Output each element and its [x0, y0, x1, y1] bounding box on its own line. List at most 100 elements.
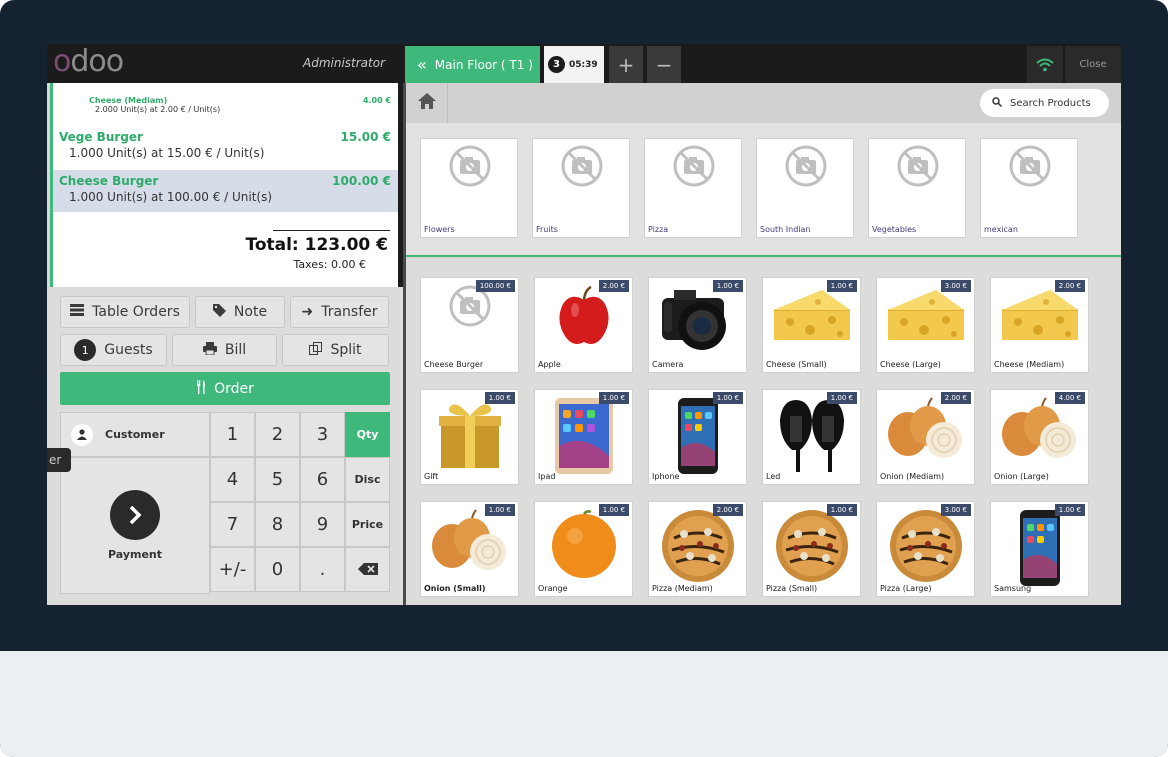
key-2[interactable]: 2 [255, 412, 300, 457]
product-price-badge: 1.00 € [484, 392, 515, 404]
arrow-right-icon: ➜ [301, 304, 314, 320]
category-label: Pizza [648, 225, 669, 234]
printer-icon [202, 341, 217, 359]
side-tab[interactable]: er [47, 448, 71, 472]
key-5[interactable]: 5 [255, 457, 300, 502]
product-tile[interactable]: 4.00 € Onion (Large) [990, 389, 1089, 485]
product-tile[interactable]: 100.00 € Cheese Burger [420, 277, 519, 373]
order-line[interactable]: Vege Burger 15.00 € 1.000 Unit(s) at 15.… [59, 130, 391, 160]
product-tile[interactable]: 1.00 € Cheese (Small) [762, 277, 861, 373]
guests-button[interactable]: 1 Guests [60, 334, 167, 366]
category-label: mexican [984, 225, 1018, 234]
product-tile[interactable]: 1.00 € Iphone [648, 389, 747, 485]
product-name: Orange [538, 584, 568, 593]
product-tile[interactable]: 2.00 € Apple [534, 277, 633, 373]
product-price-badge: 3.00 € [940, 280, 971, 292]
floor-tab[interactable]: « Main Floor ( T1 ) [405, 46, 540, 83]
product-name: Samsung [994, 584, 1032, 593]
key-0[interactable]: 0 [255, 547, 300, 592]
bill-button[interactable]: Bill [172, 334, 277, 366]
product-price-badge: 1.00 € [1054, 504, 1085, 516]
product-name: Pizza (Mediam) [652, 584, 713, 593]
product-header: Search Products [406, 83, 1121, 123]
category-tile[interactable]: Fruits [532, 138, 630, 238]
product-tile[interactable]: 1.00 € Led [762, 389, 861, 485]
no-image-icon [672, 144, 716, 192]
product-price-badge: 1.00 € [598, 392, 629, 404]
category-tile[interactable]: Pizza [644, 138, 742, 238]
search-box[interactable]: Search Products [980, 89, 1109, 117]
product-tile[interactable]: 2.00 € Onion (Mediam) [876, 389, 975, 485]
order-line-selected[interactable]: Cheese Burger 100.00 € 1.000 Unit(s) at … [59, 174, 391, 204]
split-button[interactable]: Split [282, 334, 389, 366]
add-order-button[interactable]: + [609, 46, 643, 83]
device-frame: odoo Administrator « Main Floor ( T1 ) 3… [0, 0, 1168, 757]
key-4[interactable]: 4 [210, 457, 255, 502]
double-chevron-left-icon: « [417, 55, 427, 74]
backspace-icon [357, 559, 378, 580]
key-6[interactable]: 6 [300, 457, 345, 502]
product-tile[interactable]: 1.00 € Pizza (Small) [762, 501, 861, 597]
category-tile[interactable]: Vegetables [868, 138, 966, 238]
note-button[interactable]: Note [195, 296, 285, 328]
list-icon [70, 304, 85, 320]
top-bar: odoo Administrator « Main Floor ( T1 ) 3… [47, 44, 1121, 83]
no-image-icon [784, 144, 828, 192]
category-list: Flowers Fruits Pizza South Indian Vegetables… [406, 123, 1121, 257]
product-price-badge: 2.00 € [598, 280, 629, 292]
key-plus-minus[interactable]: +/- [210, 547, 255, 592]
payment-button[interactable]: Payment [60, 457, 210, 594]
key-3[interactable]: 3 [300, 412, 345, 457]
product-tile[interactable]: 1.00 € Orange [534, 501, 633, 597]
key-8[interactable]: 8 [255, 502, 300, 547]
product-name: Gift [424, 472, 439, 481]
product-price-badge: 3.00 € [940, 504, 971, 516]
order-panel: Cheese (Mediam) 4.00 € 2.000 Unit(s) at … [50, 83, 403, 287]
mode-disc-button[interactable]: Disc [345, 457, 390, 502]
copy-icon [309, 341, 323, 359]
category-tile[interactable]: Flowers [420, 138, 518, 238]
product-tile[interactable]: 1.00 € Samsung [990, 501, 1089, 597]
no-image-icon [448, 144, 492, 192]
apple-icon [551, 284, 617, 354]
product-price-badge: 2.00 € [1054, 280, 1085, 292]
product-tile[interactable]: 1.00 € Ipad [534, 389, 633, 485]
product-name: Pizza (Small) [766, 584, 818, 593]
customer-button[interactable]: Customer [60, 412, 210, 457]
mode-qty-button[interactable]: Qty [345, 412, 390, 457]
product-tile[interactable]: 2.00 € Cheese (Mediam) [990, 277, 1089, 373]
product-tile[interactable]: 1.00 € Gift [420, 389, 519, 485]
onion-icon [884, 396, 968, 466]
transfer-button[interactable]: ➜ Transfer [290, 296, 389, 328]
tag-icon [212, 303, 226, 321]
key-decimal[interactable]: . [300, 547, 345, 592]
category-tile[interactable]: mexican [980, 138, 1078, 238]
product-name: Cheese (Small) [766, 360, 827, 369]
product-name: Onion (Mediam) [880, 472, 945, 481]
order-button[interactable]: Order [60, 372, 390, 405]
product-tile[interactable]: 1.00 € Camera [648, 277, 747, 373]
product-list: 100.00 € Cheese Burger 2.00 € Apple 1.00 € Ca… [406, 259, 1121, 605]
control-panel: Table Orders Note ➜ Transfer 1 Guests Bi… [47, 287, 403, 605]
product-tile[interactable]: 3.00 € Pizza (Large) [876, 501, 975, 597]
mode-price-button[interactable]: Price [345, 502, 390, 547]
table-orders-button[interactable]: Table Orders [60, 296, 190, 328]
order-tab[interactable]: 3 05:39 [544, 46, 604, 83]
product-tile[interactable]: 3.00 € Cheese (Large) [876, 277, 975, 373]
product-tile[interactable]: 2.00 € Pizza (Mediam) [648, 501, 747, 597]
product-price-badge: 1.00 € [826, 392, 857, 404]
category-label: Vegetables [872, 225, 917, 234]
close-button[interactable]: Close [1065, 46, 1121, 83]
key-1[interactable]: 1 [210, 412, 255, 457]
home-button[interactable] [406, 83, 448, 123]
product-tile[interactable]: 1.00 € Onion (Small) [420, 501, 519, 597]
category-tile[interactable]: South Indian [756, 138, 854, 238]
order-line[interactable]: Cheese (Mediam) 4.00 € 2.000 Unit(s) at … [89, 96, 391, 114]
backspace-button[interactable] [345, 547, 390, 592]
cheese-icon [770, 284, 854, 354]
remove-order-button[interactable]: − [647, 46, 681, 83]
onion-icon [998, 396, 1082, 466]
key-7[interactable]: 7 [210, 502, 255, 547]
category-label: Fruits [536, 225, 558, 234]
key-9[interactable]: 9 [300, 502, 345, 547]
